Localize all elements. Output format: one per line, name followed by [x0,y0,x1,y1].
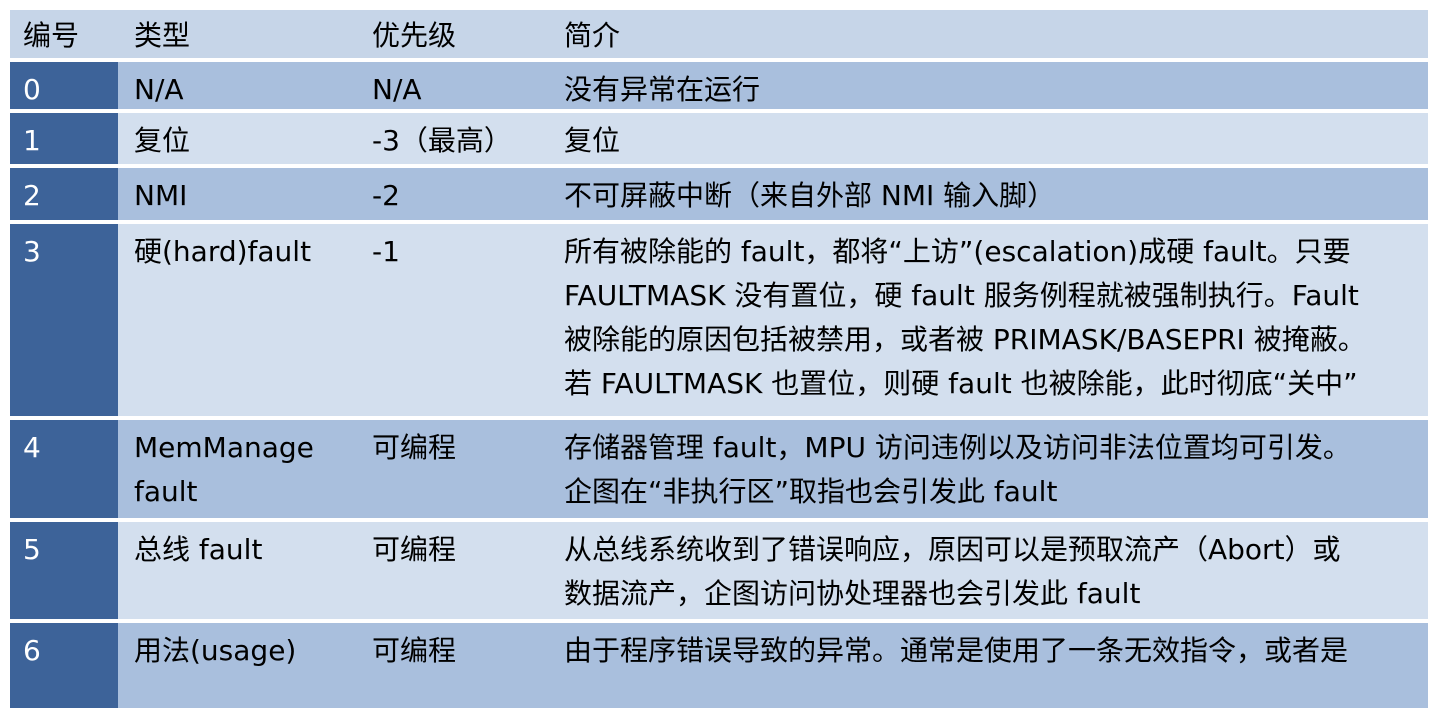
table-row: 3 硬(hard)fault -1 所有被除能的 fault，都将“上访”(es… [10,223,1428,420]
row-priority: 可编程 [372,532,457,566]
description-line: 数据流产，企图访问协处理器也会引发此 fault [564,576,1141,610]
row-description: 所有被除能的 fault，都将“上访”(escalation)成硬 fault。… [551,224,1428,416]
table-row: 5 总线 fault 可编程 从总线系统收到了错误响应，原因可以是预取流产（Ab… [10,521,1428,624]
table-row: 4 MemManage fault 可编程 存储器管理 fault，MPU 访问… [10,419,1428,522]
row-number: 4 [10,419,118,518]
row-priority: N/A [372,73,422,106]
exception-table: 编号 类型 优先级 简介 0 N/A N/A 没有异常在运行 1 复位 -3（最… [10,10,1428,708]
table-row: 2 NMI -2 不可屏蔽中断（来自外部 NMI 输入脚） [10,167,1428,224]
row-description: 没有异常在运行 [564,73,761,106]
row-priority: 可编程 [372,634,457,668]
row-type: 硬(hard)fault [134,234,312,268]
row-number: 2 [10,167,118,220]
row-number: 5 [10,521,118,620]
row-description: 由于程序错误导致的异常。通常是使用了一条无效指令，或者是 [564,634,1349,668]
header-number: 编号 [23,19,80,52]
row-priority: -1 [372,234,400,268]
row-number: 0 [10,62,118,109]
description-line: FAULTMASK 没有置位，硬 fault 服务例程就被强制执行。Fault [564,278,1359,312]
row-number: 6 [10,623,118,708]
row-type: 总线 fault [134,532,263,566]
table-row: 6 用法(usage) 可编程 由于程序错误导致的异常。通常是使用了一条无效指令… [10,623,1428,708]
description-line: 若 FAULTMASK 也置位，则硬 fault 也被除能，此时彻底“关中” [564,366,1358,400]
row-priority: -3（最高） [372,124,512,157]
row-type: N/A [134,73,184,106]
row-number: 1 [10,113,118,164]
description-line: 企图在“非执行区”取指也会引发此 fault [564,474,1058,508]
description-line: 被除能的原因包括被禁用，或者被 PRIMASK/BASEPRI 被掩蔽。 [564,322,1366,356]
header-description: 简介 [564,19,621,52]
table-row: 1 复位 -3（最高） 复位 [10,113,1428,168]
row-description: 不可屏蔽中断（来自外部 NMI 输入脚） [564,178,1056,212]
table-header-row: 编号 类型 优先级 简介 [10,10,1428,62]
row-description: 存储器管理 fault，MPU 访问违例以及访问非法位置均可引发。 企图在“非执… [551,420,1428,518]
row-description: 复位 [564,124,621,157]
row-priority: -2 [372,178,400,212]
description-line: 存储器管理 fault，MPU 访问违例以及访问非法位置均可引发。 [564,430,1351,464]
table-row: 0 N/A N/A 没有异常在运行 [10,62,1428,113]
row-type: MemManage fault [118,420,355,518]
header-priority: 优先级 [372,19,457,52]
type-line: fault [134,474,198,508]
type-line: MemManage [134,430,314,464]
description-line: 从总线系统收到了错误响应，原因可以是预取流产（Abort）或 [564,532,1341,566]
row-type: 复位 [134,124,191,157]
row-priority: 可编程 [372,430,457,464]
row-type: 用法(usage) [134,634,297,668]
header-type: 类型 [134,19,191,52]
row-type: NMI [134,178,188,212]
description-line: 所有被除能的 fault，都将“上访”(escalation)成硬 fault。… [564,234,1351,268]
row-number: 3 [10,223,118,416]
row-description: 从总线系统收到了错误响应，原因可以是预取流产（Abort）或 数据流产，企图访问… [551,522,1428,620]
